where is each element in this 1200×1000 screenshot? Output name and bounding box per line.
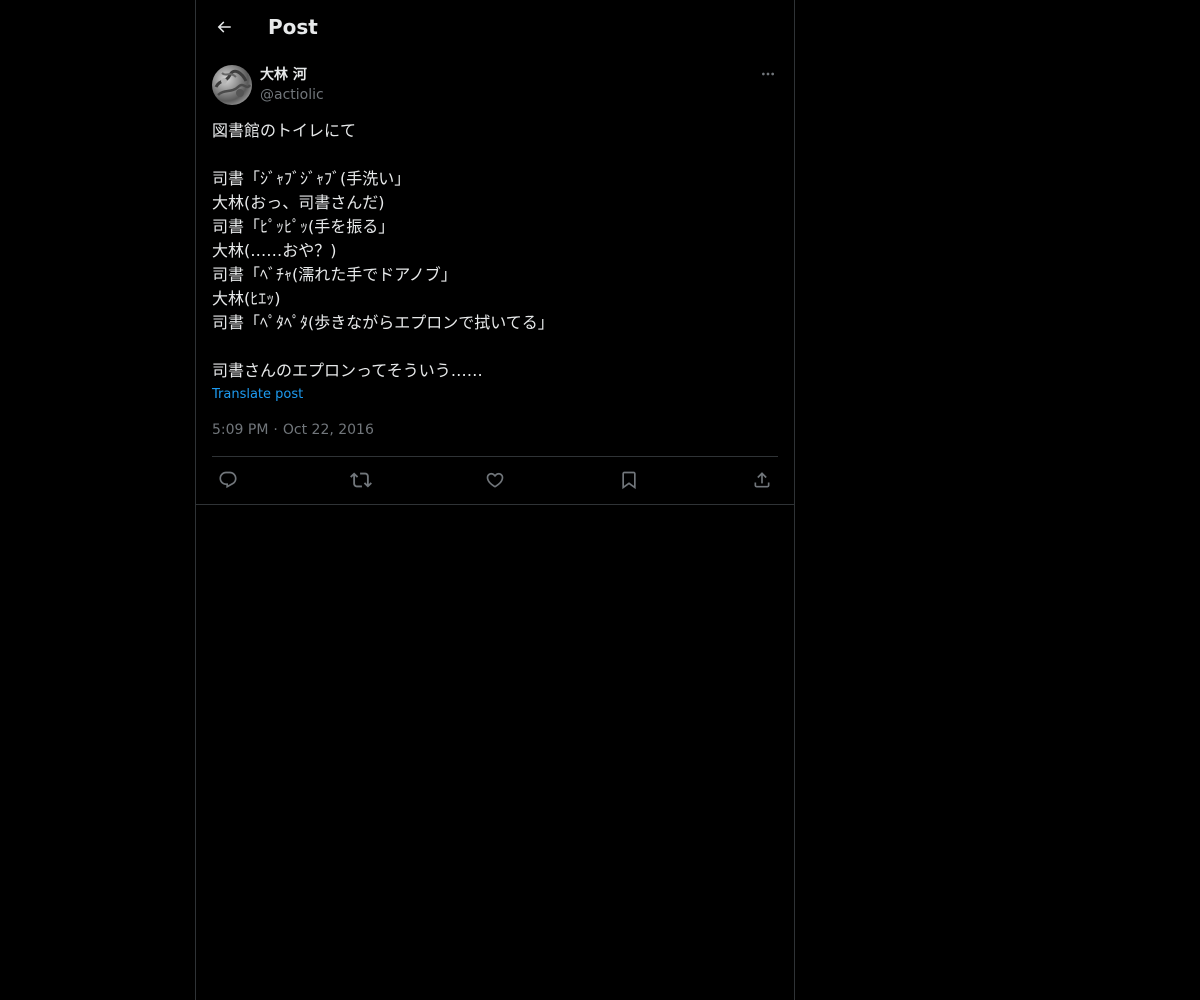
translate-post-link[interactable]: Translate post: [212, 386, 303, 404]
post-text-line: 司書「ﾋﾟｯﾋﾟｯ(手を振る」: [212, 217, 395, 236]
author-display-name[interactable]: 大林 河: [260, 66, 307, 84]
share-icon: [752, 470, 772, 490]
post-text-line: 大林(ﾋｴｯ): [212, 289, 281, 308]
bookmark-button[interactable]: [613, 464, 645, 496]
back-button[interactable]: [208, 11, 240, 43]
post-actions-bar: [212, 464, 778, 496]
post-text-line: 司書「ｼﾞｬﾌﾞｼﾞｬﾌﾞ(手洗い」: [212, 169, 411, 188]
heart-icon: [485, 470, 505, 490]
bookmark-icon: [619, 470, 639, 490]
post-text-line: 司書さんのエプロンってそういう……: [212, 361, 483, 380]
reply-icon: [218, 470, 238, 490]
divider: [212, 456, 778, 457]
divider: [196, 504, 794, 505]
post-text: 図書館のトイレにて 司書「ｼﾞｬﾌﾞｼﾞｬﾌﾞ(手洗い」 大林(おっ、司書さんだ…: [212, 119, 778, 383]
post-column: Post 大林 河 @actiolic 図書館のトイレにて 司書「ｼﾞｬﾌﾞｼﾞ…: [195, 0, 795, 1000]
post-time[interactable]: 5:09 PM: [212, 422, 268, 438]
arrow-left-icon: [215, 18, 233, 36]
more-options-button[interactable]: [758, 64, 778, 84]
post-date[interactable]: Oct 22, 2016: [283, 422, 374, 438]
avatar[interactable]: [212, 65, 252, 105]
post-author: 大林 河 @actiolic: [212, 64, 778, 108]
reply-button[interactable]: [212, 464, 244, 496]
like-button[interactable]: [479, 464, 511, 496]
post-timestamp: 5:09 PM · Oct 22, 2016: [212, 421, 374, 439]
post-text-line: 図書館のトイレにて: [212, 121, 357, 140]
page-title: Post: [268, 15, 318, 39]
post-text-line: [212, 143, 778, 167]
more-horizontal-icon: [760, 66, 776, 82]
top-bar: Post: [196, 0, 794, 54]
post-text-line: 大林(……おや？): [212, 241, 337, 260]
meta-separator: ·: [273, 422, 278, 438]
post-text-line: 司書「ﾍﾞﾁｬ(濡れた手でドアノブ」: [212, 265, 457, 284]
share-button[interactable]: [746, 464, 778, 496]
repost-button[interactable]: [345, 464, 377, 496]
author-handle[interactable]: @actiolic: [260, 86, 324, 104]
post-text-line: [212, 335, 778, 359]
post-text-line: 大林(おっ、司書さんだ): [212, 193, 385, 212]
repost-icon: [350, 469, 372, 491]
post-text-line: 司書「ﾍﾟﾀﾍﾟﾀ(歩きながらエプロンで拭いてる」: [212, 313, 554, 332]
